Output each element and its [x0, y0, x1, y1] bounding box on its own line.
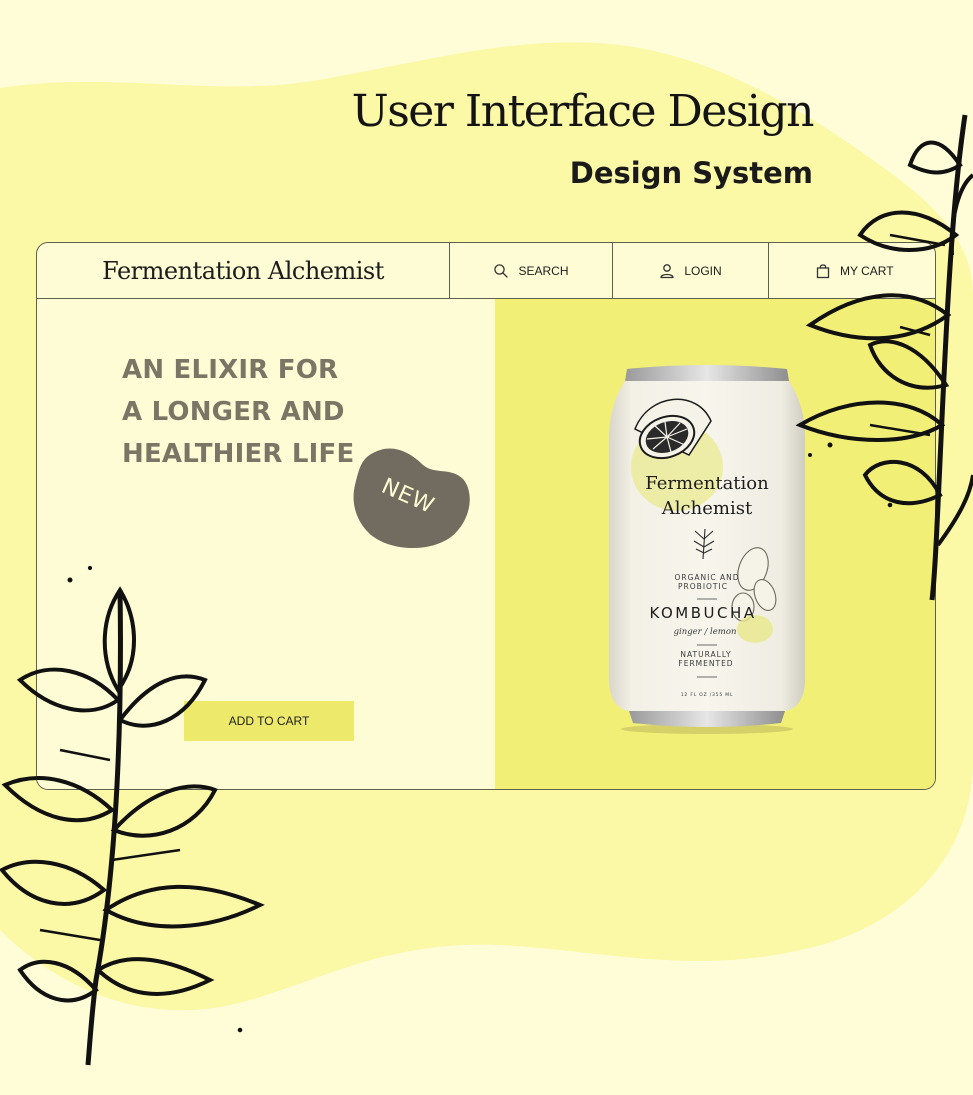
can-tagline1: ORGANIC AND	[674, 573, 739, 582]
can-volume: 12 FL OZ /355 ML	[681, 692, 733, 698]
can-brand-line1: Fermentation	[645, 473, 769, 494]
brand-logo[interactable]: Fermentation Alchemist	[37, 243, 450, 298]
search-icon	[494, 263, 509, 278]
can-note2: FERMENTED	[678, 659, 733, 668]
headline-line: A LONGER AND	[122, 397, 345, 427]
user-icon	[660, 263, 674, 278]
page-title: User Interface Design	[351, 86, 815, 137]
can-flavor: ginger / lemon	[674, 627, 737, 637]
can-brand-line2: Alchemist	[661, 498, 753, 519]
leaf-branch-illustration	[795, 114, 973, 601]
can-tagline2: PROBIOTIC	[678, 582, 728, 591]
search-button[interactable]: SEARCH	[450, 243, 613, 298]
can-note1: NATURALLY	[680, 650, 731, 659]
login-label: LOGIN	[684, 263, 722, 278]
login-button[interactable]: LOGIN	[613, 243, 769, 298]
headline-line: AN ELIXIR FOR	[122, 355, 339, 385]
leaf-branch-illustration	[0, 565, 265, 1066]
can-product-name: KOMBUCHA	[649, 604, 756, 622]
search-label: SEARCH	[518, 263, 569, 278]
lemon-illustration	[631, 398, 723, 511]
